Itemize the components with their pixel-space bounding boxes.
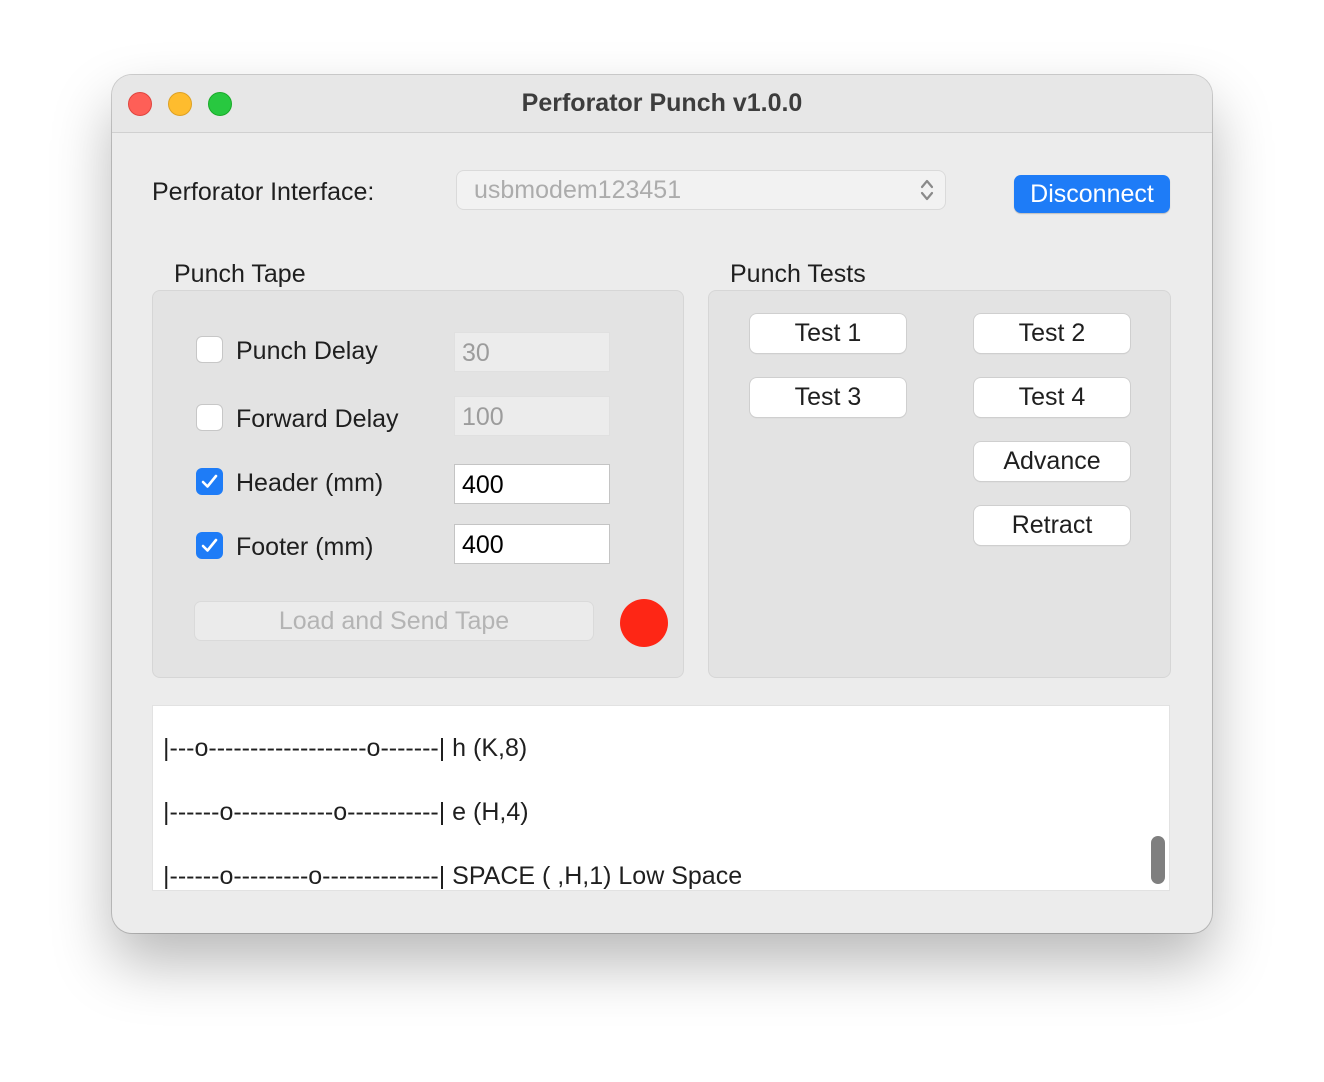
perforator-interface-label: Perforator Interface: [152,178,375,206]
test-1-button[interactable]: Test 1 [750,314,906,353]
punch-tests-title: Punch Tests [730,260,866,288]
advance-button[interactable]: Advance [974,442,1130,481]
tape-log-view[interactable]: |---o-------------------o-------| h (K,8… [152,705,1170,891]
test-2-button[interactable]: Test 2 [974,314,1130,353]
app-window: Perforator Punch v1.0.0 Perforator Inter… [112,75,1212,933]
forward-delay-checkbox[interactable] [196,404,223,431]
punch-tape-title: Punch Tape [174,260,306,288]
up-down-chevron-icon [920,179,934,201]
footer-label: Footer (mm) [236,533,374,561]
disconnect-button[interactable]: Disconnect [1014,175,1170,213]
log-line: |------o---------o--------------| SPACE … [163,862,743,890]
status-indicator [620,599,668,647]
log-line: |---o-------------------o-------| h (K,8… [163,734,528,762]
punch-delay-checkbox[interactable] [196,336,223,363]
title-bar[interactable]: Perforator Punch v1.0.0 [112,75,1212,133]
header-label: Header (mm) [236,469,384,497]
log-line: |------o------------o-----------| e (H,4… [163,798,529,826]
checkmark-icon [201,538,218,552]
test-3-button[interactable]: Test 3 [750,378,906,417]
load-and-send-tape-button[interactable]: Load and Send Tape [194,601,594,641]
header-checkbox[interactable] [196,468,223,495]
retract-button[interactable]: Retract [974,506,1130,545]
checkmark-icon [201,474,218,488]
window-title: Perforator Punch v1.0.0 [521,89,803,117]
interface-port-select[interactable]: usbmodem123451 [457,171,945,209]
log-scrollbar-thumb[interactable] [1151,836,1165,884]
footer-checkbox[interactable] [196,532,223,559]
forward-delay-label: Forward Delay [236,405,399,433]
header-field[interactable]: 400 [454,464,610,504]
punch-delay-field[interactable]: 30 [454,332,610,372]
footer-field[interactable]: 400 [454,524,610,564]
interface-port-value: usbmodem123451 [474,176,682,204]
forward-delay-field[interactable]: 100 [454,396,610,436]
test-4-button[interactable]: Test 4 [974,378,1130,417]
punch-delay-label: Punch Delay [236,337,378,365]
